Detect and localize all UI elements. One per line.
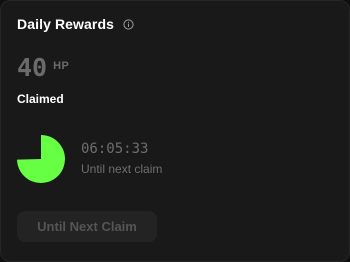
info-icon[interactable] (123, 17, 134, 30)
card-header: Daily Rewards (17, 16, 134, 32)
cooldown-timer: 06:05:33 Until next claim (17, 135, 162, 183)
points-unit: HP (53, 60, 70, 72)
claim-status: Claimed (17, 92, 64, 106)
timer-text: 06:05:33 Until next claim (81, 140, 163, 176)
daily-rewards-card: Daily Rewards 40 HP Claimed 06:05:33 Unt… (0, 0, 350, 262)
reward-points: 40 HP (17, 53, 69, 83)
card-title: Daily Rewards (17, 16, 115, 32)
progress-pie-icon (17, 135, 65, 183)
points-value: 40 (17, 53, 48, 82)
countdown-time: 06:05:33 (81, 140, 149, 157)
progress-pie-slice (17, 135, 65, 183)
countdown-label: Until next claim (81, 161, 163, 176)
claim-button[interactable]: Until Next Claim (17, 211, 157, 242)
